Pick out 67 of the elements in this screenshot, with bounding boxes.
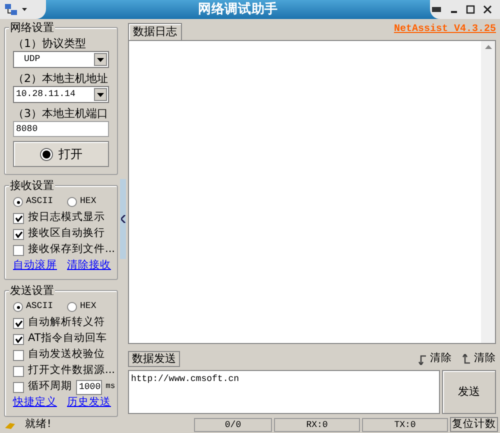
send-tab[interactable]: 数据发送 <box>128 351 180 368</box>
send-button[interactable]: 发送 <box>442 370 496 414</box>
radio-label: HEX <box>80 195 96 208</box>
checkbox-label: 接收区自动换行 <box>28 226 105 242</box>
radio-button[interactable] <box>13 302 23 312</box>
caret-icon <box>97 92 104 96</box>
arrow-up-icon <box>462 354 471 365</box>
scroll-up-icon[interactable] <box>484 45 492 49</box>
radio-label: ASCII <box>26 300 54 314</box>
checkbox-label: 按日志模式显示 <box>28 210 105 226</box>
port-field[interactable]: 8080 <box>13 121 109 137</box>
link[interactable]: 快捷定义 <box>13 395 57 411</box>
check-icon <box>14 320 22 326</box>
link[interactable]: 自动滚屏 <box>13 258 57 274</box>
radio-button[interactable] <box>13 197 23 207</box>
chevron-left-icon <box>120 215 126 223</box>
checkbox-label: 自动发送校验位 <box>28 347 105 362</box>
checkbox-label: 打开文件数据源... <box>28 363 116 378</box>
checkbox[interactable] <box>13 228 24 240</box>
clear-button[interactable]: 清除 <box>462 351 496 368</box>
field-label: （1）协议类型 <box>13 36 87 51</box>
period-field[interactable]: 1000 <box>76 380 102 394</box>
check-icon <box>14 336 22 342</box>
host-dropdown[interactable]: 10.28.11.14 <box>13 86 109 103</box>
checkbox[interactable] <box>13 318 24 328</box>
status-message: 就绪! <box>25 416 52 432</box>
checkbox[interactable] <box>13 350 24 360</box>
close-icon[interactable] <box>483 5 492 14</box>
clear-button[interactable]: 清除 <box>418 351 452 368</box>
open-button[interactable]: 打开 <box>13 141 109 167</box>
reset-count-button[interactable]: 复位计数 <box>450 417 498 432</box>
check-icon <box>14 230 22 238</box>
radio-button[interactable] <box>67 197 78 207</box>
caret-icon <box>22 8 27 11</box>
checkbox-label: AT指令自动回车 <box>28 331 107 346</box>
window-title: 网络调试助手 <box>198 0 278 19</box>
check-icon <box>14 214 22 222</box>
send-text-area[interactable]: http://www.cmsoft.cn <box>128 370 440 414</box>
log-tab[interactable]: 数据日志 <box>128 23 182 40</box>
checkbox-label: 接收保存到文件... <box>28 242 116 258</box>
rx-counter: RX:0 <box>274 418 360 432</box>
checkbox[interactable] <box>13 244 24 256</box>
link[interactable]: 历史发送 <box>67 395 111 411</box>
radio-label: HEX <box>80 300 96 314</box>
collapse-handle[interactable] <box>120 179 126 259</box>
link[interactable]: 清除接收 <box>67 258 111 274</box>
unit-label: ms <box>106 381 116 393</box>
radio-label: ASCII <box>26 195 54 208</box>
protocol-dropdown[interactable]: UDP <box>13 51 109 68</box>
checkbox-label: 循环周期 <box>28 379 72 394</box>
checkbox-label: 自动解析转义符 <box>28 315 105 330</box>
app-menu-button[interactable] <box>0 0 46 19</box>
maximize-icon[interactable] <box>466 5 476 14</box>
checkbox[interactable] <box>13 334 24 344</box>
checkbox[interactable] <box>13 366 24 376</box>
status-count: 0/0 <box>194 418 272 432</box>
record-icon <box>40 148 52 160</box>
arrow-down-icon <box>418 354 427 365</box>
checkbox[interactable] <box>13 382 24 392</box>
scrollbar[interactable] <box>481 41 495 344</box>
radio-button[interactable] <box>67 302 78 312</box>
tx-counter: TX:0 <box>362 418 448 432</box>
field-label: （3）本地主机端口 <box>13 106 109 121</box>
caret-icon <box>97 58 104 62</box>
checkbox[interactable] <box>13 212 24 224</box>
network-icon <box>4 3 18 16</box>
field-label: （2）本地主机地址 <box>13 71 109 86</box>
